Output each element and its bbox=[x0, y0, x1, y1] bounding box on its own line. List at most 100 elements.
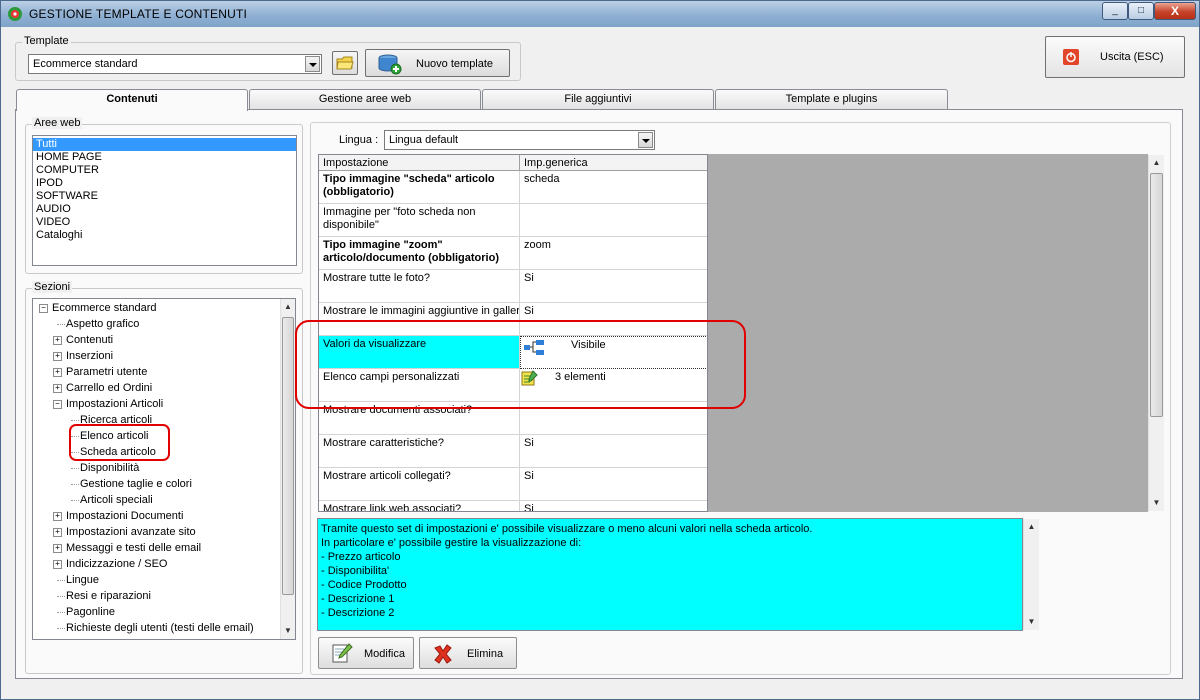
grid-cell-value[interactable]: zoom bbox=[520, 237, 707, 270]
tree-item[interactable]: Articoli speciali bbox=[33, 492, 295, 508]
open-folder-button[interactable] bbox=[332, 51, 358, 75]
tree-item-label: Contenuti bbox=[66, 334, 114, 346]
grid-cell-setting[interactable]: Mostrare caratteristiche? bbox=[319, 435, 520, 468]
tree-item-label: Parametri utente bbox=[66, 366, 148, 378]
list-item[interactable]: COMPUTER bbox=[33, 164, 296, 177]
tree-item-label: Pagonline bbox=[66, 606, 115, 618]
exit-button[interactable]: Uscita (ESC) bbox=[1045, 36, 1185, 78]
tree-item[interactable]: + Contenuti bbox=[33, 332, 295, 348]
scroll-down-icon[interactable]: ▼ bbox=[1149, 495, 1164, 511]
aree-web-list[interactable]: Tutti HOME PAGE COMPUTER IPOD SOFTWARE A… bbox=[32, 135, 297, 266]
tree-item[interactable]: Aspetto grafico bbox=[33, 316, 295, 332]
tree-item[interactable]: Gestione taglie e colori bbox=[33, 476, 295, 492]
list-item[interactable]: VIDEO bbox=[33, 216, 296, 229]
expand-icon[interactable]: + bbox=[53, 544, 62, 553]
tree-item[interactable]: Pagonline bbox=[33, 604, 295, 620]
tree-connector bbox=[57, 596, 65, 597]
tree-item[interactable]: Resi e riparazioni bbox=[33, 588, 295, 604]
tree-item[interactable]: Documenti bbox=[33, 636, 295, 639]
grid-cell-setting[interactable]: Mostrare tutte le foto? bbox=[319, 270, 520, 303]
modify-button[interactable]: Modifica bbox=[318, 637, 414, 669]
grid-cell-setting[interactable]: Mostrare link web associati? bbox=[319, 501, 520, 511]
tree-item-label: Documenti bbox=[66, 636, 119, 639]
tab-template-e-plugins[interactable]: Template e plugins bbox=[715, 89, 948, 109]
tree-item[interactable]: Lingue bbox=[33, 572, 295, 588]
expand-icon[interactable]: + bbox=[53, 528, 62, 537]
close-button[interactable]: X bbox=[1154, 2, 1196, 20]
grid-cell-value[interactable]: Si bbox=[520, 270, 707, 303]
scroll-up-icon[interactable]: ▲ bbox=[1149, 155, 1164, 171]
new-template-button[interactable]: Nuovo template bbox=[365, 49, 510, 77]
description-box[interactable]: Tramite questo set di impostazioni e' po… bbox=[317, 518, 1023, 631]
expand-icon[interactable]: + bbox=[53, 368, 62, 377]
tree-item[interactable]: + Inserzioni bbox=[33, 348, 295, 364]
expand-icon[interactable]: + bbox=[53, 352, 62, 361]
tree-item[interactable]: + Parametri utente bbox=[33, 364, 295, 380]
tree-item[interactable]: − Ecommerce standard bbox=[33, 300, 295, 316]
scroll-up-icon[interactable]: ▲ bbox=[1024, 519, 1039, 535]
list-item[interactable]: Cataloghi bbox=[33, 229, 296, 242]
tree-item[interactable]: Disponibilità bbox=[33, 460, 295, 476]
template-select[interactable]: Ecommerce standard bbox=[28, 54, 322, 74]
tree-item-label: Carrello ed Ordini bbox=[66, 382, 153, 394]
tree-item[interactable]: + Impostazioni Documenti bbox=[33, 508, 295, 524]
tree-item[interactable]: + Impostazioni avanzate sito bbox=[33, 524, 295, 540]
tree-connector bbox=[71, 468, 79, 469]
scroll-thumb[interactable] bbox=[1150, 173, 1163, 417]
scroll-down-icon[interactable]: ▼ bbox=[281, 623, 295, 639]
tree-item[interactable]: − Impostazioni Articoli bbox=[33, 396, 295, 412]
chevron-down-icon[interactable] bbox=[305, 56, 320, 72]
column-header-impostazione[interactable]: Impostazione bbox=[319, 155, 520, 171]
tab-contenuti[interactable]: Contenuti bbox=[16, 89, 248, 111]
expand-icon[interactable]: + bbox=[53, 384, 62, 393]
sezioni-scrollbar[interactable]: ▲ ▼ bbox=[280, 299, 295, 639]
grid-cell-value[interactable]: Si bbox=[520, 501, 707, 511]
grid-cell-value[interactable]: Si bbox=[520, 435, 707, 468]
tree-item-label: Gestione taglie e colori bbox=[80, 478, 192, 490]
grid-scrollbar[interactable]: ▲ ▼ bbox=[1148, 155, 1164, 511]
tree-item-label: Impostazioni avanzate sito bbox=[66, 526, 196, 538]
expand-icon[interactable]: + bbox=[53, 336, 62, 345]
grid-cell-setting[interactable]: Mostrare articoli collegati? bbox=[319, 468, 520, 501]
maximize-button[interactable]: □ bbox=[1128, 2, 1154, 20]
chevron-down-icon[interactable] bbox=[638, 132, 653, 148]
grid-cell-value[interactable]: Si bbox=[520, 468, 707, 501]
delete-button[interactable]: Elimina bbox=[419, 637, 517, 669]
scroll-thumb[interactable] bbox=[282, 317, 294, 595]
list-item[interactable]: SOFTWARE bbox=[33, 190, 296, 203]
tree-item[interactable]: + Messaggi e testi delle email bbox=[33, 540, 295, 556]
list-item[interactable]: HOME PAGE bbox=[33, 151, 296, 164]
scroll-up-icon[interactable]: ▲ bbox=[281, 299, 295, 315]
tree-connector bbox=[57, 612, 65, 613]
expand-icon[interactable]: + bbox=[53, 512, 62, 521]
list-item[interactable]: IPOD bbox=[33, 177, 296, 190]
tree-item-label: Messaggi e testi delle email bbox=[66, 542, 202, 554]
collapse-icon[interactable]: − bbox=[53, 400, 62, 409]
minimize-button[interactable]: _ bbox=[1102, 2, 1128, 20]
power-icon bbox=[1063, 49, 1079, 65]
tree-item-label: Richieste degli utenti (testi delle emai… bbox=[66, 622, 254, 634]
grid-cell-setting[interactable]: Tipo immagine "scheda" articolo (obbliga… bbox=[319, 171, 520, 204]
grid-cell-setting[interactable]: Immagine per "foto scheda non disponibil… bbox=[319, 204, 520, 237]
expand-icon[interactable]: + bbox=[53, 560, 62, 569]
grid-cell-setting[interactable]: Tipo immagine "zoom" articolo/documento … bbox=[319, 237, 520, 270]
sezioni-tree[interactable]: − Ecommerce standard Aspetto grafico + Conte… bbox=[32, 298, 296, 640]
exit-label: Uscita (ESC) bbox=[1100, 51, 1164, 63]
list-item[interactable]: AUDIO bbox=[33, 203, 296, 216]
tree-item-label: Ecommerce standard bbox=[52, 302, 157, 314]
scroll-down-icon[interactable]: ▼ bbox=[1024, 614, 1039, 630]
list-item[interactable]: Tutti bbox=[33, 138, 296, 151]
tree-item[interactable]: + Carrello ed Ordini bbox=[33, 380, 295, 396]
grid-cell-value[interactable]: scheda bbox=[520, 171, 707, 204]
tab-gestione-aree-web[interactable]: Gestione aree web bbox=[249, 89, 481, 109]
description-line: - Prezzo articolo bbox=[321, 551, 401, 563]
collapse-icon[interactable]: − bbox=[39, 304, 48, 313]
grid-cell-value[interactable] bbox=[520, 204, 707, 237]
tab-file-aggiuntivi[interactable]: File aggiuntivi bbox=[482, 89, 714, 109]
column-header-imp-generica[interactable]: Imp.generica bbox=[520, 155, 707, 171]
tree-item[interactable]: + Indicizzazione / SEO bbox=[33, 556, 295, 572]
delete-label: Elimina bbox=[467, 648, 504, 660]
lingua-select[interactable]: Lingua default bbox=[384, 130, 655, 150]
tree-item[interactable]: Richieste degli utenti (testi delle emai… bbox=[33, 620, 295, 636]
description-scrollbar[interactable]: ▲ ▼ bbox=[1023, 519, 1039, 630]
